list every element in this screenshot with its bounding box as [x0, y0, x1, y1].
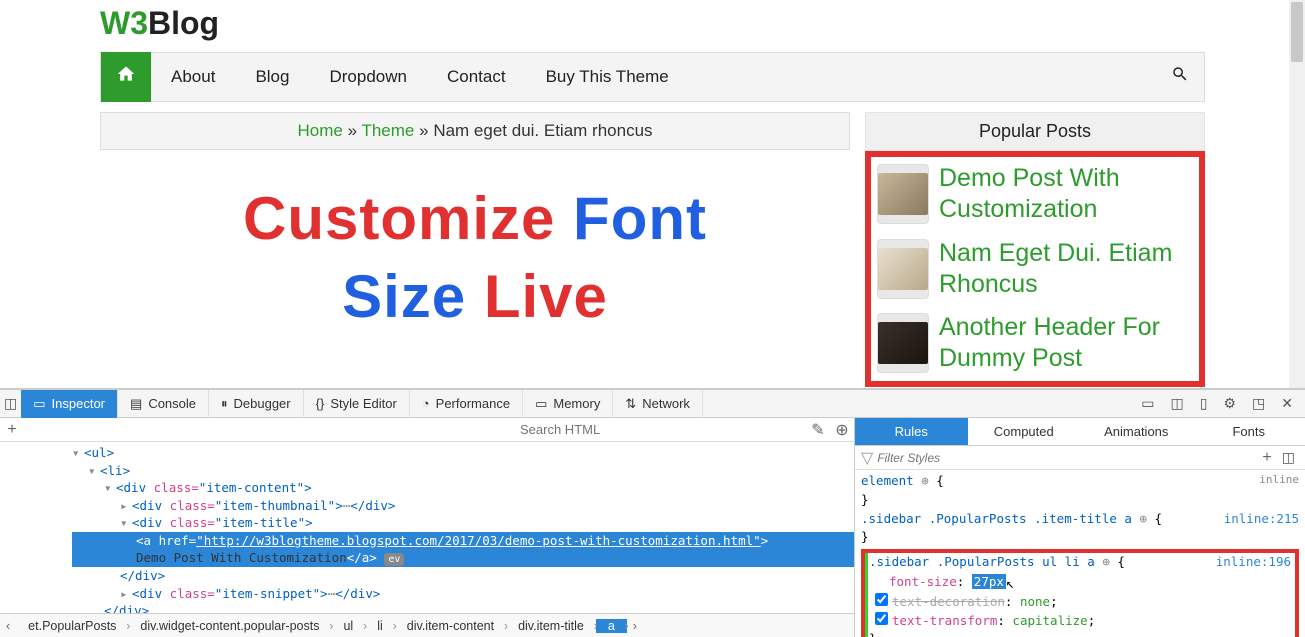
tab-debugger[interactable]: ⏸Debugger [209, 390, 304, 418]
selected-node[interactable]: <a href="http://w3blogtheme.blogspot.com… [72, 532, 854, 550]
rule-source[interactable]: inline [1259, 472, 1299, 491]
logo-blog: Blog [148, 5, 219, 41]
rtab-fonts[interactable]: Fonts [1193, 418, 1305, 445]
filter-icon: ▽ [861, 448, 873, 468]
rtab-computed[interactable]: Computed [968, 418, 1081, 445]
settings-icon[interactable]: ⚙ [1219, 393, 1240, 414]
breadcrumb-theme[interactable]: Theme [361, 121, 414, 140]
crumb-item[interactable]: div.widget-content.popular-posts [128, 619, 331, 633]
devtools-tabs: ◫ ▭Inspector ▤Console ⏸Debugger {}Style … [0, 390, 1305, 418]
tab-network[interactable]: ⇅Network [613, 390, 703, 418]
nav-contact[interactable]: Contact [427, 67, 526, 87]
popular-post-link[interactable]: Nam Eget Dui. Etiam Rhoncus [939, 238, 1193, 301]
popular-post-item: Another Header For Dummy Post [877, 312, 1193, 375]
tab-memory[interactable]: ▭Memory [523, 390, 613, 418]
popular-post-item: Demo Post With Customization [877, 163, 1193, 226]
inspector-icon: ▭ [33, 396, 45, 412]
crumb-left-arrow[interactable]: ‹ [0, 619, 16, 633]
sidebar-header: Popular Posts [865, 112, 1205, 151]
tab-performance[interactable]: ◔Performance [410, 390, 523, 418]
tab-style-editor[interactable]: {}Style Editor [304, 390, 410, 418]
nav-about[interactable]: About [151, 67, 235, 87]
tab-inspector[interactable]: ▭Inspector [21, 390, 118, 418]
tab-console[interactable]: ▤Console [118, 390, 209, 418]
main-nav: About Blog Dropdown Contact Buy This The… [100, 52, 1205, 102]
hero-word-4: Live [484, 263, 608, 330]
breadcrumb-sep: » [348, 121, 357, 140]
network-icon: ⇅ [625, 396, 636, 412]
cursor-icon: ↖ [1006, 574, 1014, 595]
dock-icon[interactable]: ▯ [1196, 393, 1212, 414]
hero-word-2: Font [573, 185, 707, 252]
site-logo[interactable]: W3Blog [100, 0, 1305, 47]
memory-icon: ▭ [535, 396, 547, 412]
console-icon: ▤ [130, 396, 142, 412]
highlighted-rule: .sidebar .PopularPosts ul li a ⊕ {inline… [861, 549, 1299, 637]
popular-posts-highlight: Demo Post With Customization Nam Eget Du… [865, 151, 1205, 387]
breadcrumb: Home » Theme » Nam eget dui. Etiam rhonc… [100, 112, 850, 150]
perf-icon: ◔ [422, 396, 430, 411]
iframe-picker-icon[interactable]: ◫ [0, 393, 21, 414]
crumb-item[interactable]: div.item-title [506, 619, 596, 633]
edit-icon[interactable]: ✎ [806, 420, 830, 440]
crumb-item[interactable]: et.PopularPosts [16, 619, 128, 633]
prop-checkbox[interactable] [875, 612, 888, 625]
search-html-input[interactable] [514, 420, 806, 439]
debugger-icon: ⏸ [221, 396, 228, 412]
editing-value[interactable]: 27px [972, 574, 1006, 589]
popular-post-link[interactable]: Another Header For Dummy Post [939, 312, 1193, 375]
popular-post-link[interactable]: Demo Post With Customization [939, 163, 1193, 226]
crumb-right-arrow[interactable]: › [627, 619, 643, 633]
html-tree[interactable]: ▾<ul> ▾<li> ▾<div class="item-content"> … [0, 442, 854, 613]
hero-word-1: Customize [243, 185, 555, 252]
css-rules[interactable]: element ⊕ {inline } .sidebar .PopularPos… [855, 470, 1305, 637]
rtab-animations[interactable]: Animations [1080, 418, 1193, 445]
post-thumbnail[interactable] [877, 239, 929, 299]
inspector-right-pane: Rules Computed Animations Fonts ▽ + ◫ el… [855, 418, 1305, 637]
filter-styles-input[interactable] [877, 451, 1256, 465]
eyedropper-icon[interactable]: ⊕ [830, 420, 854, 440]
post-thumbnail[interactable] [877, 313, 929, 373]
breadcrumb-sep: » [419, 121, 428, 140]
logo-w3: W3 [100, 5, 148, 41]
breadcrumb-path: ‹ et.PopularPosts div.widget-content.pop… [0, 613, 854, 637]
responsive-icon[interactable]: ▭ [1137, 393, 1158, 414]
add-element-icon[interactable]: + [0, 421, 24, 439]
breadcrumb-home[interactable]: Home [297, 121, 342, 140]
rule-source[interactable]: inline:215 [1224, 510, 1299, 529]
hero-word-3: Size [342, 263, 466, 330]
nav-blog[interactable]: Blog [235, 67, 309, 87]
style-icon: {} [316, 396, 325, 411]
prop-checkbox[interactable] [875, 593, 888, 606]
popout-icon[interactable]: ◳ [1248, 393, 1269, 414]
breadcrumb-current: Nam eget dui. Etiam rhoncus [433, 121, 652, 140]
post-thumbnail[interactable] [877, 164, 929, 224]
crumb-item[interactable]: li [365, 619, 395, 633]
add-rule-icon[interactable]: + [1256, 449, 1277, 467]
event-badge[interactable]: ev [384, 553, 404, 566]
sidebar: Popular Posts Demo Post With Customizati… [865, 112, 1205, 387]
search-icon[interactable] [1171, 65, 1189, 89]
inspector-left-pane: + ✎ ⊕ ▾<ul> ▾<li> ▾<div class="item-cont… [0, 418, 855, 637]
nav-buy[interactable]: Buy This Theme [526, 67, 689, 87]
split-icon[interactable]: ◫ [1167, 393, 1188, 414]
nav-home-button[interactable] [101, 52, 151, 102]
crumb-item[interactable]: div.item-content [395, 619, 506, 633]
toggle-pseudo-icon[interactable]: ◫ [1278, 447, 1299, 468]
page-scrollbar[interactable] [1289, 0, 1305, 388]
rtab-rules[interactable]: Rules [855, 418, 968, 445]
close-icon[interactable]: ✕ [1277, 393, 1297, 414]
crumb-item[interactable]: ul [331, 619, 365, 633]
devtools-panel: ◫ ▭Inspector ▤Console ⏸Debugger {}Style … [0, 388, 1305, 637]
popular-post-item: Nam Eget Dui. Etiam Rhoncus [877, 238, 1193, 301]
hero-text: Customize Font Size Live [100, 180, 850, 336]
nav-dropdown[interactable]: Dropdown [309, 67, 427, 87]
home-icon [116, 64, 136, 90]
rule-source[interactable]: inline:196 [1216, 553, 1291, 572]
crumb-item-active[interactable]: a [596, 619, 627, 633]
